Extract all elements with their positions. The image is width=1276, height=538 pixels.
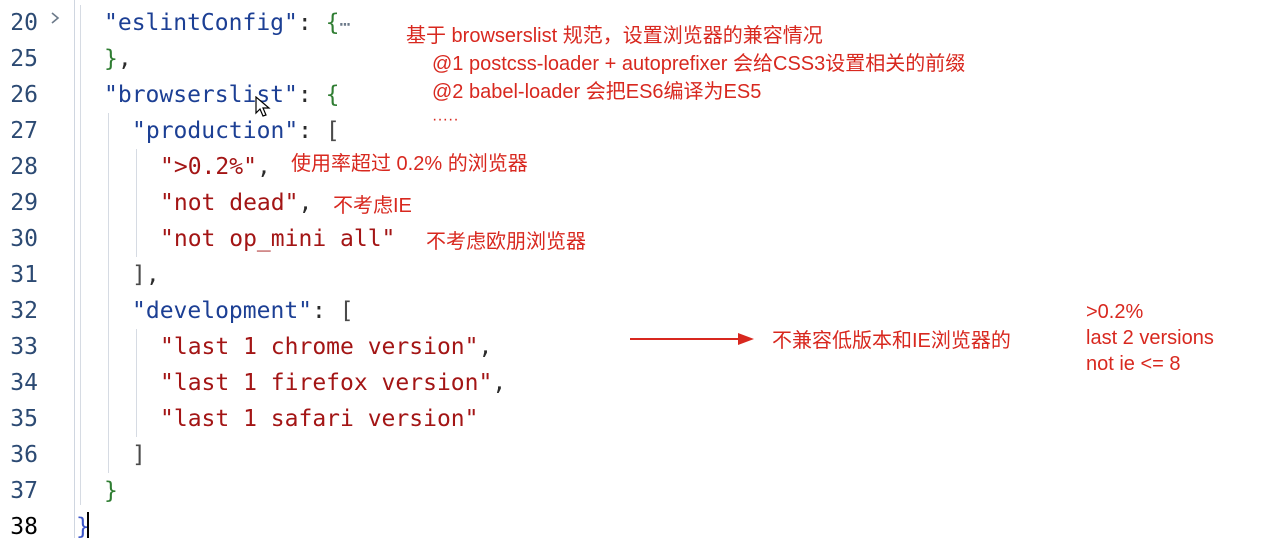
colon: : [297,82,326,108]
code-line-35[interactable]: "last 1 safari version" [160,401,479,437]
folded-ellipsis-icon[interactable]: ⋯ [339,14,350,35]
code-line-28[interactable]: ">0.2%", [160,149,271,185]
open-bracket: [ [325,118,340,144]
open-brace: { [325,82,340,108]
line-number: 29 [10,190,38,216]
open-bracket: [ [339,298,354,324]
json-key: "production" [132,118,299,144]
arrow-right-icon [630,333,754,345]
code-line-30[interactable]: "not op_mini all" [160,221,395,257]
json-string: "not dead" [160,190,299,216]
json-key: "eslintConfig" [104,10,298,36]
indent-guide [108,113,109,473]
json-string: "last 1 safari version" [160,406,479,432]
comma: , [117,46,132,72]
mouse-pointer-icon [255,96,271,117]
line-number: 30 [10,226,38,252]
comma: , [478,334,493,360]
colon: : [297,10,326,36]
line-number: 31 [10,262,38,288]
code-line-34[interactable]: "last 1 firefox version", [160,365,506,401]
annotation-note-2: @2 babel-loader 会把ES6编译为ES5 [432,81,762,103]
line-number-current: 38 [10,514,38,538]
line-number: 25 [10,46,38,72]
annotation-production-3: 不考虑欧朋浏览器 [426,231,586,253]
line-number: 27 [10,118,38,144]
gutter-divider [74,0,75,538]
line-number: 28 [10,154,38,180]
annotation-production-2: 不考虑IE [333,195,412,217]
annotation-note-1: @1 postcss-loader + autoprefixer 会给CSS3设… [432,53,966,75]
close-bracket: ] [132,262,146,288]
annotation-note-3: ····· [432,111,459,128]
json-string: "last 1 firefox version" [160,370,493,396]
code-line-29[interactable]: "not dead", [160,185,312,221]
line-number: 37 [10,478,38,504]
comma: , [492,370,507,396]
annotation-alt-2: last 2 versions [1086,327,1214,349]
code-line-36[interactable]: ] [132,437,146,473]
close-bracket: ] [132,442,146,468]
text-cursor [87,512,89,538]
comma: , [298,190,313,216]
annotation-development: 不兼容低版本和IE浏览器的 [772,330,1011,352]
indent-guide [136,149,137,257]
json-string: ">0.2%" [160,154,257,180]
chevron-right-icon[interactable] [48,11,62,25]
code-line-37[interactable]: } [104,473,118,509]
code-line-33[interactable]: "last 1 chrome version", [160,329,492,365]
code-line-31[interactable]: ], [132,257,160,293]
json-string: "not op_mini all" [160,226,396,252]
line-number: 26 [10,82,38,108]
json-string: "last 1 chrome version" [160,334,479,360]
indent-guide [136,329,137,437]
colon: : [312,298,340,324]
comma: , [256,154,271,180]
line-number-gutter: 20 25 26 27 28 29 30 31 32 33 34 35 36 3… [0,0,74,538]
line-number: 20 [10,10,38,36]
json-key: "development" [132,298,313,324]
close-brace: } [104,46,118,72]
code-line-25[interactable]: }, [104,41,132,77]
line-number: 32 [10,298,38,324]
comma: , [145,262,160,288]
annotation-alt-3: not ie <= 8 [1086,353,1181,375]
colon: : [298,118,326,144]
open-brace: { [325,10,340,36]
annotation-title: 基于 browserslist 规范，设置浏览器的兼容情况 [406,25,823,47]
code-line-26[interactable]: "browserslist": { [104,77,339,113]
code-line-20[interactable]: "eslintConfig": {⋯ [104,5,350,41]
code-line-32[interactable]: "development": [ [132,293,354,329]
line-number: 36 [10,442,38,468]
code-line-27[interactable]: "production": [ [132,113,340,149]
indent-guide [80,5,81,505]
close-brace: } [104,478,118,504]
annotation-production-1: 使用率超过 0.2% 的浏览器 [291,153,528,175]
line-number: 35 [10,406,38,432]
line-number: 33 [10,334,38,360]
line-number: 34 [10,370,38,396]
annotation-alt-1: >0.2% [1086,301,1144,323]
code-editor[interactable]: 20 25 26 27 28 29 30 31 32 33 34 35 36 3… [0,0,1276,538]
